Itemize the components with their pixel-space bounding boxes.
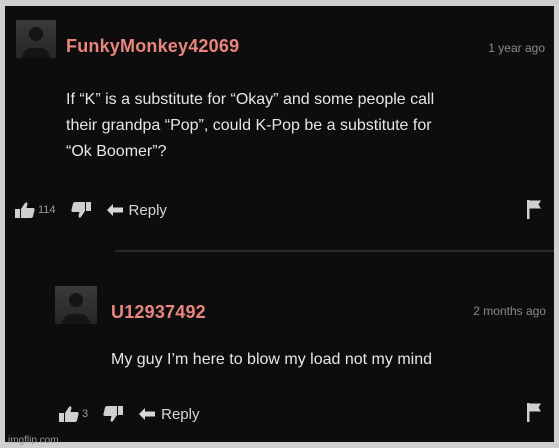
imgflip-watermark: imgflip.com <box>8 435 59 446</box>
comment-username[interactable]: U12937492 <box>111 302 206 323</box>
thumbs-up-icon[interactable] <box>58 405 80 423</box>
upvote-count: 114 <box>38 204 56 216</box>
reply-comment: U12937492 2 months ago My guy I’m here t… <box>5 250 554 442</box>
reply-arrow-icon <box>106 203 124 217</box>
comment-text: My guy I’m here to blow my load not my m… <box>111 347 541 373</box>
comment-timestamp: 1 year ago <box>488 41 545 55</box>
comment-text-line: “Ok Boomer”? <box>66 143 167 160</box>
thumbs-down-icon[interactable] <box>102 405 124 423</box>
comment-actions: 3 Reply <box>58 404 199 424</box>
avatar[interactable] <box>55 286 97 324</box>
thumbs-down-icon[interactable] <box>70 201 92 219</box>
comment-text-line: their grandpa “Pop”, could K-Pop be a su… <box>66 117 432 134</box>
comment: FunkyMonkey42069 1 year ago If “K” is a … <box>5 6 554 246</box>
thumbs-up-icon[interactable] <box>14 201 36 219</box>
comment-text: If “K” is a substitute for “Okay” and so… <box>66 87 546 165</box>
reply-button[interactable]: Reply <box>138 406 199 423</box>
comment-text-line: If “K” is a substitute for “Okay” and so… <box>66 91 435 108</box>
comment-timestamp: 2 months ago <box>473 304 546 318</box>
reply-label: Reply <box>128 201 167 219</box>
reply-label: Reply <box>161 405 200 423</box>
reply-arrow-icon <box>138 407 156 421</box>
upvote-count: 3 <box>82 408 89 420</box>
comment-actions: 114 Reply <box>14 200 167 220</box>
comment-text-line: My guy I’m here to blow my load not my m… <box>111 351 433 368</box>
reply-button[interactable]: Reply <box>106 202 167 219</box>
avatar[interactable] <box>16 20 56 58</box>
flag-icon[interactable] <box>526 402 542 422</box>
comments-panel: FunkyMonkey42069 1 year ago If “K” is a … <box>5 6 554 442</box>
flag-icon[interactable] <box>526 199 542 219</box>
comment-username[interactable]: FunkyMonkey42069 <box>66 36 239 57</box>
